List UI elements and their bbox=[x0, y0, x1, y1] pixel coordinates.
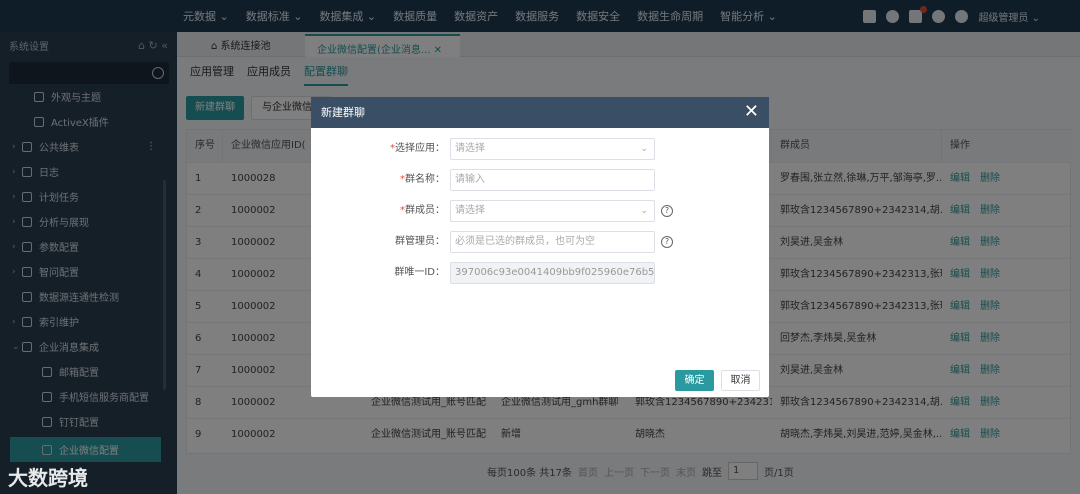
group-name-input[interactable]: 请输入 bbox=[450, 169, 655, 191]
chevron-down-icon: ⌄ bbox=[640, 144, 648, 154]
chevron-down-icon: ⌄ bbox=[640, 206, 648, 216]
help-icon[interactable]: ? bbox=[661, 205, 673, 217]
group-admin-input[interactable]: 必须是已选的群成员，也可为空 bbox=[450, 231, 655, 253]
group-members-dropdown[interactable]: 请选择 ⌄ bbox=[450, 200, 655, 222]
group-id-input: 397006c93e0041409bb9f025960e76b5 bbox=[450, 262, 655, 284]
field-group-members: *群成员： 请选择 ⌄ ? bbox=[311, 200, 769, 222]
select-app-dropdown[interactable]: 请选择 ⌄ bbox=[450, 138, 655, 160]
field-select-app: *选择应用： 请选择 ⌄ bbox=[311, 138, 769, 160]
dialog-title: 新建群聊 bbox=[321, 106, 365, 119]
watermark: 大数跨境 bbox=[8, 466, 88, 490]
field-group-id: 群唯一ID： 397006c93e0041409bb9f025960e76b5 bbox=[311, 262, 769, 284]
help-icon[interactable]: ? bbox=[661, 236, 673, 248]
field-group-name: *群名称： 请输入 bbox=[311, 169, 769, 191]
field-group-admin: 群管理员： 必须是已选的群成员，也可为空 ? bbox=[311, 231, 769, 253]
close-icon[interactable]: ✕ bbox=[744, 97, 759, 126]
confirm-button[interactable]: 确定 bbox=[675, 370, 714, 391]
cancel-button[interactable]: 取消 bbox=[721, 370, 760, 391]
dialog-header: 新建群聊 ✕ bbox=[311, 97, 769, 128]
new-group-dialog: 新建群聊 ✕ *选择应用： 请选择 ⌄ *群名称： 请输入 *群成员： 请选择 ⌄ … bbox=[311, 97, 769, 397]
